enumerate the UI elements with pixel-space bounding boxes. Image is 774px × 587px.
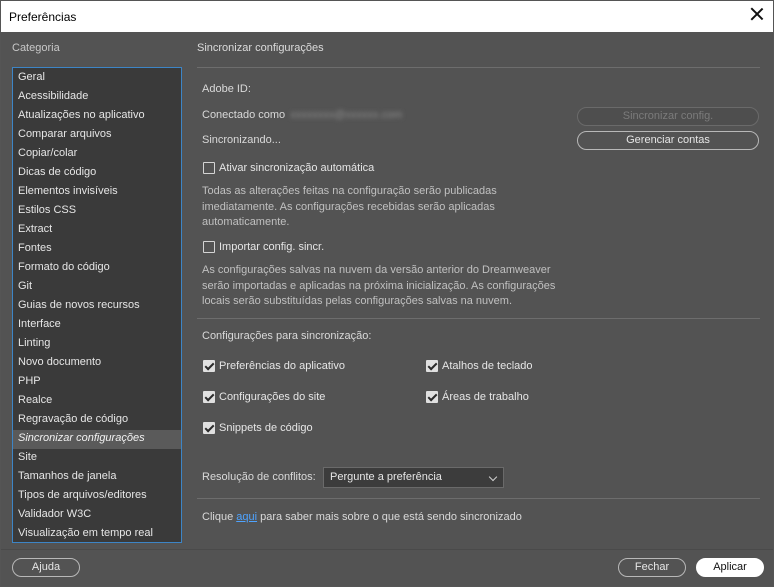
manage-accounts-button[interactable]: Gerenciar contas (577, 131, 759, 150)
conflict-resolution-select[interactable]: Pergunte a preferência (323, 467, 504, 488)
title-bar: Preferências (1, 1, 773, 32)
divider (197, 318, 760, 319)
auto-sync-checkbox[interactable]: Ativar sincronização automática (203, 162, 374, 174)
sync-section-label: Configurações para sincronização: (202, 330, 372, 342)
footer-divider (1, 549, 773, 550)
checkbox-icon (426, 391, 438, 403)
sidebar-item[interactable]: Git (13, 278, 181, 297)
workspaces-checkbox[interactable]: Áreas de trabalho (426, 391, 529, 403)
category-heading: Categoria (12, 42, 60, 54)
checkbox-icon (203, 391, 215, 403)
connected-label: Conectado como (202, 109, 286, 121)
adobe-id-label: Adobe ID: (202, 83, 251, 95)
auto-sync-label: Ativar sincronização automática (219, 162, 375, 174)
info-suffix: para saber mais sobre o que está sendo s… (257, 511, 522, 523)
import-sync-label: Importar config. sincr. (219, 241, 325, 253)
checkbox-icon (203, 360, 215, 372)
sidebar-item[interactable]: Comparar arquivos (13, 126, 181, 145)
sidebar-item[interactable]: Formato do código (13, 259, 181, 278)
sidebar-item[interactable]: Acessibilidade (13, 88, 181, 107)
conflict-selected-value: Pergunte a preferência (330, 471, 442, 483)
shortcuts-checkbox[interactable]: Atalhos de teclado (426, 360, 533, 372)
sidebar-item[interactable]: Tamanhos de janela (13, 468, 181, 487)
learn-more-link[interactable]: aqui (236, 511, 257, 523)
import-sync-description: As configurações salvas na nuvem da vers… (202, 264, 556, 307)
account-email: xxxxxxxx@xxxxxx.com (290, 109, 403, 121)
sidebar-item[interactable]: Dicas de código (13, 164, 181, 183)
sidebar-item[interactable]: Linting (13, 335, 181, 354)
checkbox-icon (203, 162, 215, 174)
sidebar-item[interactable]: PHP (13, 373, 181, 392)
panel-title: Sincronizar configurações (197, 42, 324, 54)
sidebar-item[interactable]: Guias de novos recursos (13, 297, 181, 316)
category-list[interactable]: Geral Acessibilidade Atualizações no aplic… (12, 67, 182, 543)
sidebar-item[interactable]: Validador W3C (13, 506, 181, 525)
sidebar-item[interactable]: Visualização em tempo real (13, 525, 181, 544)
sidebar-item[interactable]: Geral (13, 69, 181, 88)
chevron-down-icon (488, 472, 498, 482)
info-line: Clique aqui para saber mais sobre o que … (202, 511, 522, 523)
workspaces-label: Áreas de trabalho (442, 391, 529, 403)
sidebar-item[interactable]: Realce (13, 392, 181, 411)
info-prefix: Clique (202, 511, 237, 523)
sidebar-item[interactable]: Regravação de código (13, 411, 181, 430)
divider (197, 67, 760, 68)
close-button[interactable]: Fechar (618, 558, 686, 577)
sidebar-item[interactable]: Interface (13, 316, 181, 335)
shortcuts-label: Atalhos de teclado (442, 360, 533, 372)
sidebar-item[interactable]: Extract (13, 221, 181, 240)
sync-settings-button[interactable]: Sincronizar config. (577, 107, 759, 126)
checkbox-icon (203, 422, 215, 434)
auto-sync-description: Todas as alterações feitas na configuraç… (202, 185, 497, 228)
sidebar-item[interactable]: Estilos CSS (13, 202, 181, 221)
snippets-checkbox[interactable]: Snippets de código (203, 422, 313, 434)
divider (197, 498, 760, 499)
checkbox-icon (203, 241, 215, 253)
sidebar-item[interactable]: Atualizações no aplicativo (13, 107, 181, 126)
conflict-label: Resolução de conflitos: (202, 471, 316, 483)
sidebar-item[interactable]: Elementos invisíveis (13, 183, 181, 202)
syncing-status: Sincronizando... (202, 134, 281, 146)
window-title: Preferências (9, 10, 77, 24)
app-prefs-checkbox[interactable]: Preferências do aplicativo (203, 360, 345, 372)
sidebar-item[interactable]: Sincronizar configurações (13, 430, 181, 449)
site-settings-label: Configurações do site (219, 391, 326, 403)
sidebar-item[interactable]: Copiar/colar (13, 145, 181, 164)
app-prefs-label: Preferências do aplicativo (219, 360, 345, 372)
sidebar-item[interactable]: Tipos de arquivos/editores (13, 487, 181, 506)
help-button[interactable]: Ajuda (12, 558, 80, 577)
connected-as-row: Conectado como xxxxxxxx@xxxxxx.com (202, 109, 402, 121)
sidebar-item[interactable]: Novo documento (13, 354, 181, 373)
sidebar-item[interactable]: Fontes (13, 240, 181, 259)
snippets-label: Snippets de código (219, 422, 313, 434)
preferences-dialog: Preferências Categoria Geral Acessibilida… (0, 0, 774, 587)
close-icon[interactable] (749, 6, 765, 22)
sidebar-item[interactable]: Site (13, 449, 181, 468)
site-settings-checkbox[interactable]: Configurações do site (203, 391, 325, 403)
import-sync-checkbox[interactable]: Importar config. sincr. (203, 241, 324, 253)
checkbox-icon (426, 360, 438, 372)
apply-button[interactable]: Aplicar (696, 558, 764, 577)
